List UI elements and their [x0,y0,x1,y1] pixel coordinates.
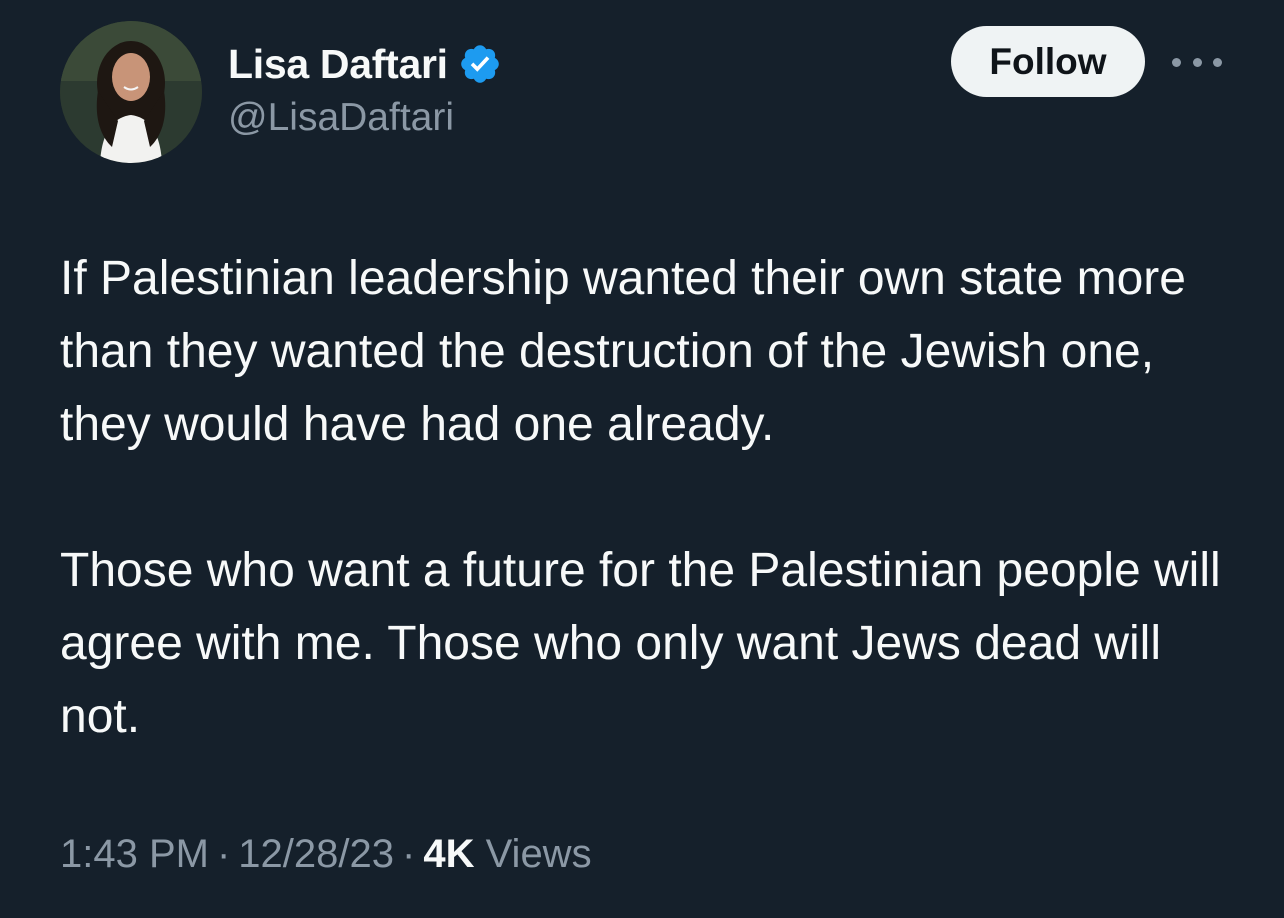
display-name[interactable]: Lisa Daftari [228,41,448,88]
follow-button[interactable]: Follow [951,26,1145,97]
more-dot [1172,57,1181,67]
views-count[interactable]: 4K [423,832,474,876]
meta-separator: · [216,832,231,876]
avatar[interactable] [60,21,202,163]
views-label: Views [485,832,592,876]
tweet-card: Lisa Daftari @LisaDaftari Follow If Pale… [0,0,1284,918]
author-names: Lisa Daftari @LisaDaftari [228,40,502,140]
more-dot [1213,57,1222,67]
tweet-text: If Palestinian leadership wanted their o… [60,252,1221,743]
avatar-image [60,21,202,163]
tweet-meta: 1:43 PM · 12/28/23 · 4K Views [60,832,592,877]
name-row: Lisa Daftari [228,40,502,88]
more-options-icon[interactable] [1172,50,1222,74]
tweet-date[interactable]: 12/28/23 [238,832,394,876]
meta-separator: · [402,832,416,876]
tweet-time[interactable]: 1:43 PM [60,832,209,876]
more-dot [1192,57,1202,67]
verified-badge-icon[interactable] [458,42,502,86]
tweet-header: Lisa Daftari @LisaDaftari Follow [60,20,1230,165]
user-handle[interactable]: @LisaDaftari [228,96,502,140]
